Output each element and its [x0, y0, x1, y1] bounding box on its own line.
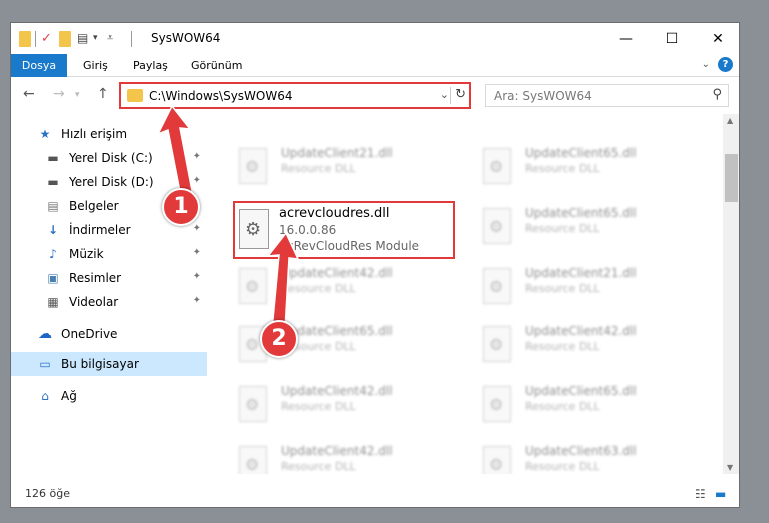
arrow-two: [266, 231, 300, 331]
callout-badge-one: 1: [162, 188, 200, 226]
callout-arrows: [156, 104, 300, 331]
callout-badge-two: 2: [260, 320, 298, 358]
arrow-one: [156, 104, 194, 198]
